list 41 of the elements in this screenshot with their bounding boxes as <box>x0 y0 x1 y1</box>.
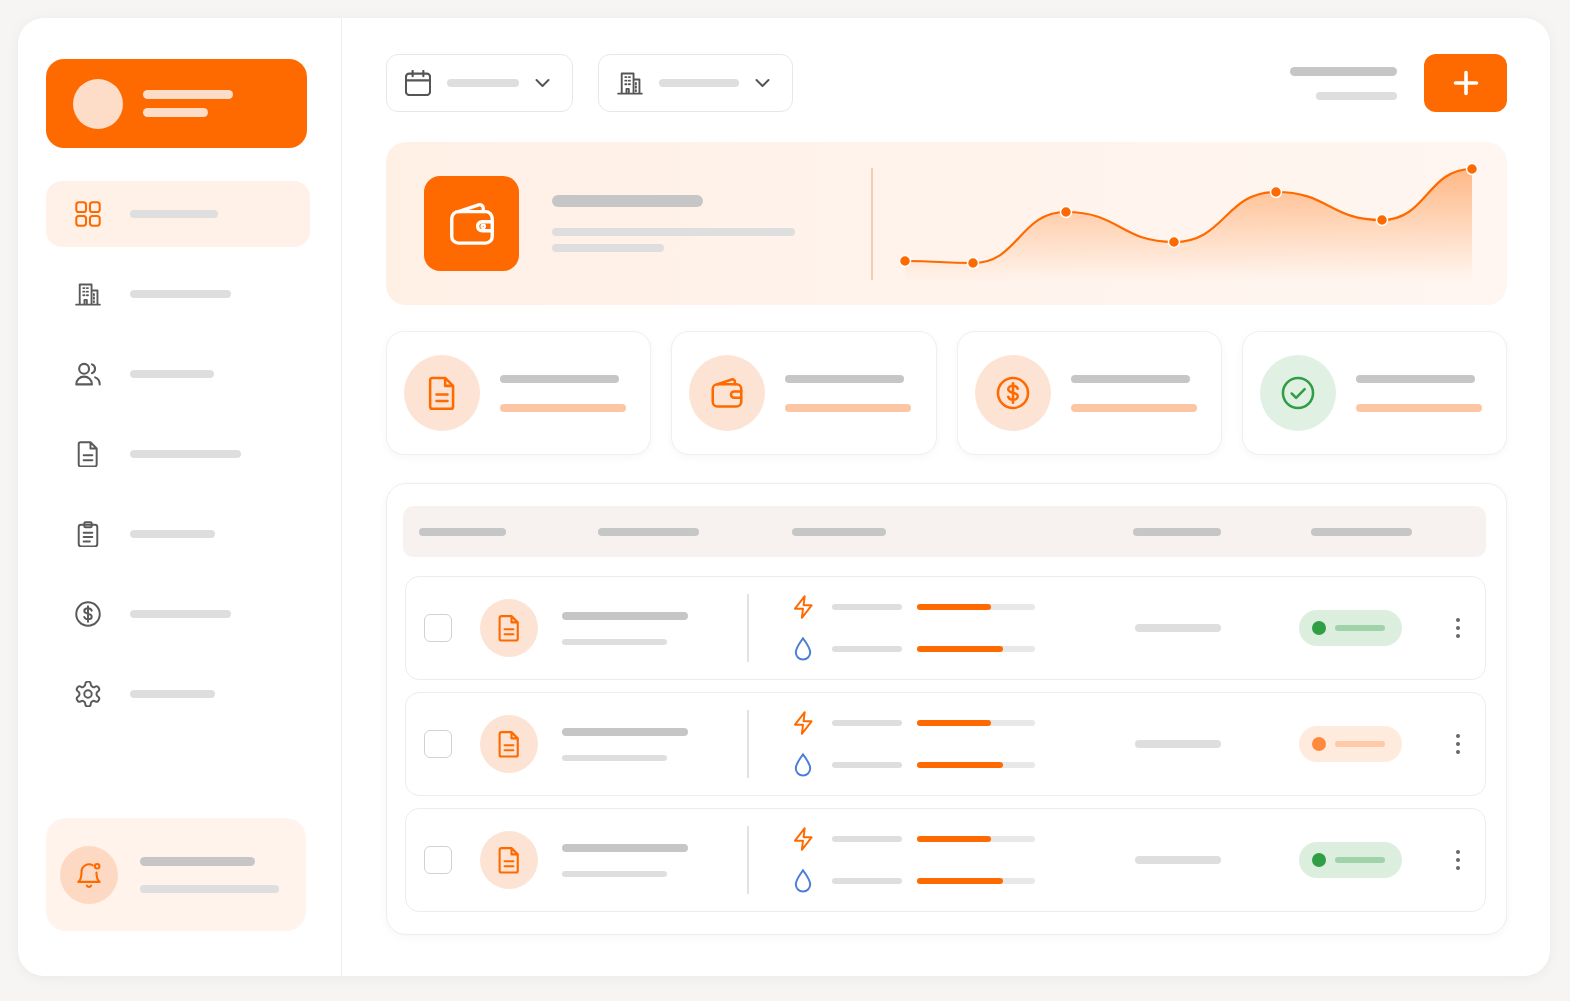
placeholder-line <box>1334 857 1385 863</box>
add-button[interactable] <box>1424 54 1507 112</box>
checkbox[interactable] <box>424 614 452 642</box>
checkbox[interactable] <box>424 846 452 874</box>
users-icon <box>75 361 101 387</box>
placeholder-line <box>831 604 902 610</box>
nav-item[interactable] <box>46 181 310 247</box>
water-drop-icon <box>792 753 813 777</box>
chevron-down-icon <box>755 79 770 87</box>
kebab-icon <box>1455 850 1460 870</box>
building-icon <box>75 281 101 307</box>
grid-icon <box>75 201 101 227</box>
placeholder-line <box>831 720 902 726</box>
calendar-icon <box>405 70 431 96</box>
building-icon <box>617 70 643 96</box>
building-dropdown[interactable] <box>598 54 793 112</box>
water-drop-icon <box>792 869 813 893</box>
clipboard-icon <box>75 521 101 547</box>
date-dropdown[interactable] <box>386 54 573 112</box>
settings-icon <box>75 681 101 707</box>
plus-icon <box>1453 71 1478 95</box>
dollar-icon <box>75 601 101 627</box>
water-drop-icon <box>792 637 813 661</box>
kebab-icon <box>1455 734 1460 754</box>
placeholder-line <box>831 646 902 652</box>
lightning-icon <box>792 711 813 735</box>
placeholder-line <box>447 79 519 87</box>
lightning-icon <box>792 827 813 851</box>
document-icon <box>75 441 101 467</box>
kebab-icon <box>1455 618 1460 638</box>
wallet-icon <box>424 176 519 271</box>
placeholder-line <box>831 762 902 768</box>
placeholder-line <box>143 108 208 117</box>
placeholder-line <box>1334 625 1385 631</box>
placeholder-line <box>1334 741 1385 747</box>
lightning-icon <box>792 595 813 619</box>
avatar-icon <box>73 78 123 129</box>
placeholder-line <box>831 836 902 842</box>
checkbox[interactable] <box>424 730 452 758</box>
placeholder-line <box>831 878 902 884</box>
chevron-down-icon <box>535 79 550 87</box>
